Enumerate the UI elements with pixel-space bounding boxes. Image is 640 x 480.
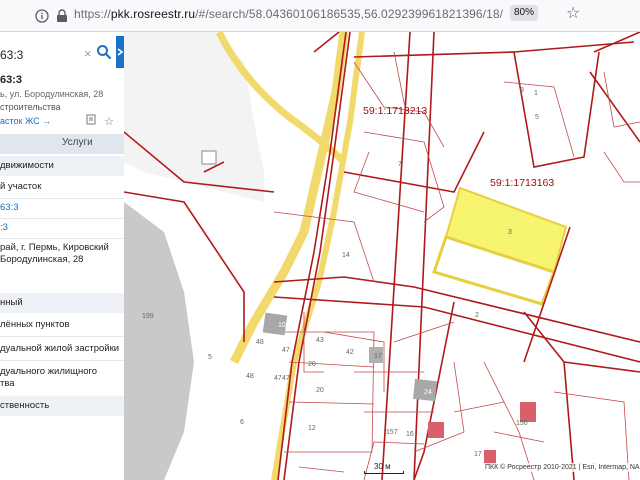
list-item: дуальной жилой застройки — [0, 339, 124, 359]
browser-toolbar: https://pkk.rosreestr.ru/#/search/58.043… — [0, 0, 640, 32]
parcel-number: 48 — [246, 373, 254, 380]
list-item — [0, 272, 124, 292]
parcel-number: 47 — [282, 347, 290, 354]
parcel-number: 5 — [208, 354, 212, 361]
list-item[interactable]: :3 — [0, 218, 124, 238]
list-item: рай, г. Пермь, Кировский Бородулинская, … — [0, 238, 124, 272]
parcel-number: 199 — [142, 313, 154, 320]
building — [201, 150, 217, 165]
object-title: 63:3 — [0, 74, 23, 86]
parcel-number: 6 — [240, 419, 244, 426]
list-item: ственность — [0, 396, 124, 416]
parcel-number: 43 — [316, 337, 324, 344]
list-item: дуального жилищного тва — [0, 362, 124, 396]
object-purpose: строительства — [0, 102, 61, 112]
object-address: ь, ул. Бородулинская, 28 — [0, 89, 104, 99]
map-canvas[interactable]: 8 7 14 3 2 5 1 199 100 48 47 43 42 47 20… — [124, 32, 640, 480]
parcel-number: 42 — [346, 349, 354, 356]
parcel-number: 12 — [308, 425, 316, 432]
clear-search-icon[interactable]: × — [84, 46, 92, 61]
cadastral-map[interactable]: 8 7 14 3 2 5 1 199 100 48 47 43 42 47 20… — [124, 32, 640, 480]
building — [520, 402, 536, 422]
parcel-number: 3 — [508, 229, 512, 236]
usage-line: дуального жилищного тва — [0, 366, 98, 389]
parcel-number: 150 — [516, 420, 528, 427]
cadastral-block-label: 59:1:1713163 — [490, 177, 554, 189]
zoom-level-button[interactable]: 80% — [510, 5, 538, 21]
search-input[interactable] — [0, 40, 86, 70]
parcel-number: 7 — [398, 161, 402, 168]
divider — [0, 336, 124, 337]
parcel-number: 2 — [475, 312, 479, 319]
parcel-number: 8 — [520, 87, 524, 94]
bookmark-star-icon[interactable]: ☆ — [566, 3, 580, 23]
lock-icon[interactable] — [52, 6, 72, 26]
parcel-number: 48 — [256, 339, 264, 346]
search-icon[interactable] — [96, 44, 112, 60]
parcel-number: 5 — [535, 114, 539, 121]
edit-icon[interactable] — [86, 114, 100, 128]
panel-collapse-handle[interactable] — [116, 36, 124, 68]
tab-services[interactable]: Услуги — [62, 137, 93, 148]
building — [428, 422, 444, 438]
parcel-number: 20 — [316, 387, 324, 394]
info-panel: × 63:3 ь, ул. Бородулинская, 28 строител… — [0, 32, 125, 480]
address-bar-url[interactable]: https://pkk.rosreestr.ru/#/search/58.043… — [74, 7, 504, 21]
parcel-number: 16 — [406, 431, 414, 438]
parcel-number: 14 — [342, 252, 350, 259]
list-item: лённых пунктов — [0, 315, 124, 335]
parcel-number: 1 — [534, 90, 538, 97]
building — [484, 450, 496, 464]
cadastral-block-label: 59:1:1713213 — [363, 105, 427, 117]
parcel-number: 47 — [282, 375, 290, 382]
object-tools: ☆ — [86, 114, 114, 128]
parcel-number: 24 — [424, 389, 432, 396]
search-row: × — [0, 38, 124, 72]
map-attribution: ПКК © Росреестр 2010-2021 | Esri, Interm… — [482, 463, 640, 472]
list-item: движимости — [0, 156, 124, 176]
object-link[interactable]: асток ЖС → — [0, 116, 51, 126]
address-line: рай, г. Пермь, Кировский Бородулинская, … — [0, 242, 109, 265]
list-item: нный — [0, 293, 124, 313]
list-item: й участок — [0, 177, 124, 197]
scale-label: 30 м — [374, 462, 391, 471]
parcel-number: 157 — [386, 429, 398, 436]
parcel-number: 17 — [474, 451, 482, 458]
parcel-number: 47 — [274, 375, 282, 382]
parcel-number: 20 — [308, 361, 316, 368]
favorite-star-icon[interactable]: ☆ — [104, 116, 114, 128]
site-info-icon[interactable] — [32, 6, 52, 26]
parcel-number: 17 — [374, 353, 382, 360]
list-item[interactable]: 63:3 — [0, 198, 124, 218]
parcel-number: 100 — [278, 322, 290, 329]
divider — [0, 360, 124, 361]
scale-bar — [364, 471, 404, 474]
